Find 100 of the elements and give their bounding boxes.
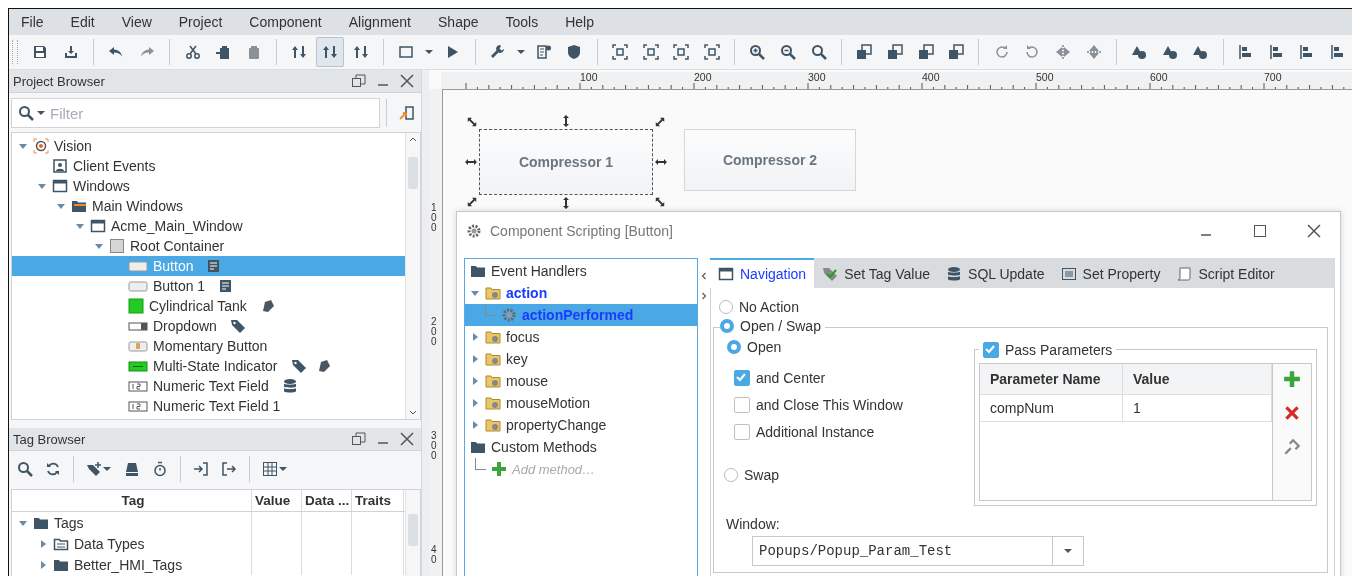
tree-item[interactable]: focus <box>465 326 697 348</box>
restore-icon[interactable] <box>351 431 367 447</box>
tree-item[interactable]: Multi-State Indicator <box>12 356 405 376</box>
tree-item[interactable]: Windows <box>12 176 405 196</box>
expand-arrow-icon[interactable] <box>75 221 85 231</box>
checkbox[interactable]: and Close This Window <box>724 391 903 418</box>
close-icon[interactable] <box>399 73 415 89</box>
expand-arrow-icon[interactable] <box>470 354 480 364</box>
menu-item[interactable]: Shape <box>428 14 490 30</box>
maximize-icon[interactable] <box>1252 223 1268 239</box>
resize-handle-icon[interactable] <box>465 156 477 168</box>
tree-item[interactable]: mouseMotion <box>465 392 697 414</box>
radio-button[interactable]: Open / Swap <box>720 318 821 334</box>
tree-item[interactable]: Custom Methods <box>465 436 697 458</box>
caret-icon[interactable] <box>278 466 288 472</box>
ruler-label: 100 <box>580 72 598 83</box>
checkbox[interactable]: Additional Instance <box>724 418 875 445</box>
arrow-out-icon[interactable] <box>221 461 237 477</box>
menu-item[interactable]: Component <box>239 14 333 30</box>
expand-arrow-icon[interactable] <box>470 376 480 386</box>
tab[interactable]: Navigation <box>710 258 815 288</box>
menu-item[interactable]: Edit <box>60 14 106 30</box>
layers-icon <box>917 44 934 60</box>
checkbox[interactable]: Pass Parameters <box>979 336 1113 363</box>
tree-item[interactable]: Numeric Text Field 1 <box>12 396 405 416</box>
menu-item[interactable]: View <box>111 14 163 30</box>
stopwatch-icon[interactable] <box>152 461 168 477</box>
tree-item[interactable]: Better_HMI_Tags <box>12 554 252 575</box>
tree-item[interactable]: Tags <box>12 512 252 533</box>
window-dropdown[interactable]: Popups/Popup_Param_Test <box>752 536 1084 566</box>
tree-item[interactable]: key <box>465 348 697 370</box>
tag-add-icon[interactable] <box>86 461 102 477</box>
radio-button[interactable]: Swap <box>724 467 780 483</box>
tree-item[interactable]: Momentary Button <box>12 336 405 356</box>
expand-arrow-icon[interactable] <box>470 288 480 298</box>
tree-item[interactable]: Data Types <box>12 533 252 554</box>
expand-arrow-icon[interactable] <box>38 538 48 549</box>
tree-item[interactable]: Button 1 <box>12 276 405 296</box>
refresh-icon[interactable] <box>45 461 61 477</box>
column-header[interactable]: Data ... <box>302 490 352 511</box>
search-icon[interactable] <box>17 461 33 477</box>
tree-item[interactable]: Acme_Main_Window <box>12 216 405 236</box>
menu-item[interactable]: Tools <box>495 14 550 30</box>
expand-arrow-icon[interactable] <box>470 398 480 408</box>
tree-item[interactable]: mouse <box>465 370 697 392</box>
canvas-button[interactable]: Compressor 1 <box>479 129 653 195</box>
scroll-down-icon[interactable] <box>408 409 418 417</box>
scroll-thumb[interactable] <box>408 157 418 189</box>
tree-item[interactable]: Dropdown <box>12 316 405 336</box>
scroll-up-icon[interactable] <box>408 135 418 143</box>
drive-icon[interactable] <box>124 461 140 477</box>
expand-arrow-icon[interactable] <box>56 201 66 211</box>
column-header[interactable]: Value <box>252 490 302 511</box>
tree-item[interactable]: Root Container <box>12 236 405 256</box>
tree-item[interactable]: action <box>465 282 697 304</box>
radio-button[interactable]: Open <box>727 339 782 355</box>
expand-arrow-icon[interactable] <box>470 420 480 430</box>
menu-item[interactable]: Help <box>555 14 605 30</box>
tree-item[interactable]: Main Windows <box>12 196 405 216</box>
toolbar-button[interactable] <box>315 37 345 67</box>
delete-icon[interactable] <box>1283 404 1301 422</box>
restore-icon[interactable] <box>351 73 367 89</box>
expand-arrow-icon[interactable] <box>470 332 480 342</box>
tree-item[interactable]: propertyChange <box>465 414 697 436</box>
tab[interactable]: Set Property <box>1052 258 1169 288</box>
scrollbar[interactable] <box>405 490 420 576</box>
column-header[interactable]: Parameter Name <box>980 364 1123 394</box>
table-cell: compNum <box>980 395 1123 421</box>
tab[interactable]: Script Editor <box>1168 258 1283 288</box>
scrollbar[interactable] <box>405 133 420 419</box>
column-header[interactable]: Traits <box>352 490 404 511</box>
arrow-in-icon[interactable] <box>193 461 209 477</box>
expand-arrow-icon[interactable] <box>38 559 48 570</box>
menu-item[interactable]: File <box>11 14 55 30</box>
expand-arrow-icon[interactable] <box>18 141 28 151</box>
close-icon[interactable] <box>1306 223 1322 239</box>
column-header[interactable]: Tag <box>12 490 252 511</box>
table-icon[interactable] <box>262 461 278 477</box>
tree-item[interactable]: Client Events <box>12 156 405 176</box>
close-icon[interactable] <box>399 431 415 447</box>
filter-field[interactable]: Filter <box>11 98 380 128</box>
expand-arrow-icon[interactable] <box>94 241 104 251</box>
tab[interactable]: SQL Update <box>938 258 1053 288</box>
tree-item[interactable]: Cylindrical Tank <box>12 296 405 316</box>
tree-item[interactable]: Numeric Text Field <box>12 376 405 396</box>
menu-item[interactable]: Project <box>168 14 234 30</box>
tree-item[interactable]: Vision <box>12 136 405 156</box>
radio-button[interactable]: No Action <box>719 299 799 315</box>
expand-arrow-icon[interactable] <box>37 181 47 191</box>
tab[interactable]: Set Tag Value <box>814 258 939 288</box>
scroll-thumb[interactable] <box>408 514 418 546</box>
tree-item[interactable]: Event Handlers <box>465 260 697 282</box>
menu-item[interactable]: Alignment <box>338 14 422 30</box>
scroll-icon <box>1176 266 1193 282</box>
plus-icon[interactable] <box>1283 370 1301 388</box>
link-icon[interactable] <box>1283 438 1301 456</box>
checkbox[interactable]: and Center <box>724 364 826 391</box>
canvas-button[interactable]: Compressor 2 <box>684 129 856 191</box>
caret-icon[interactable] <box>102 466 112 472</box>
resize-handle-icon[interactable] <box>655 156 667 168</box>
